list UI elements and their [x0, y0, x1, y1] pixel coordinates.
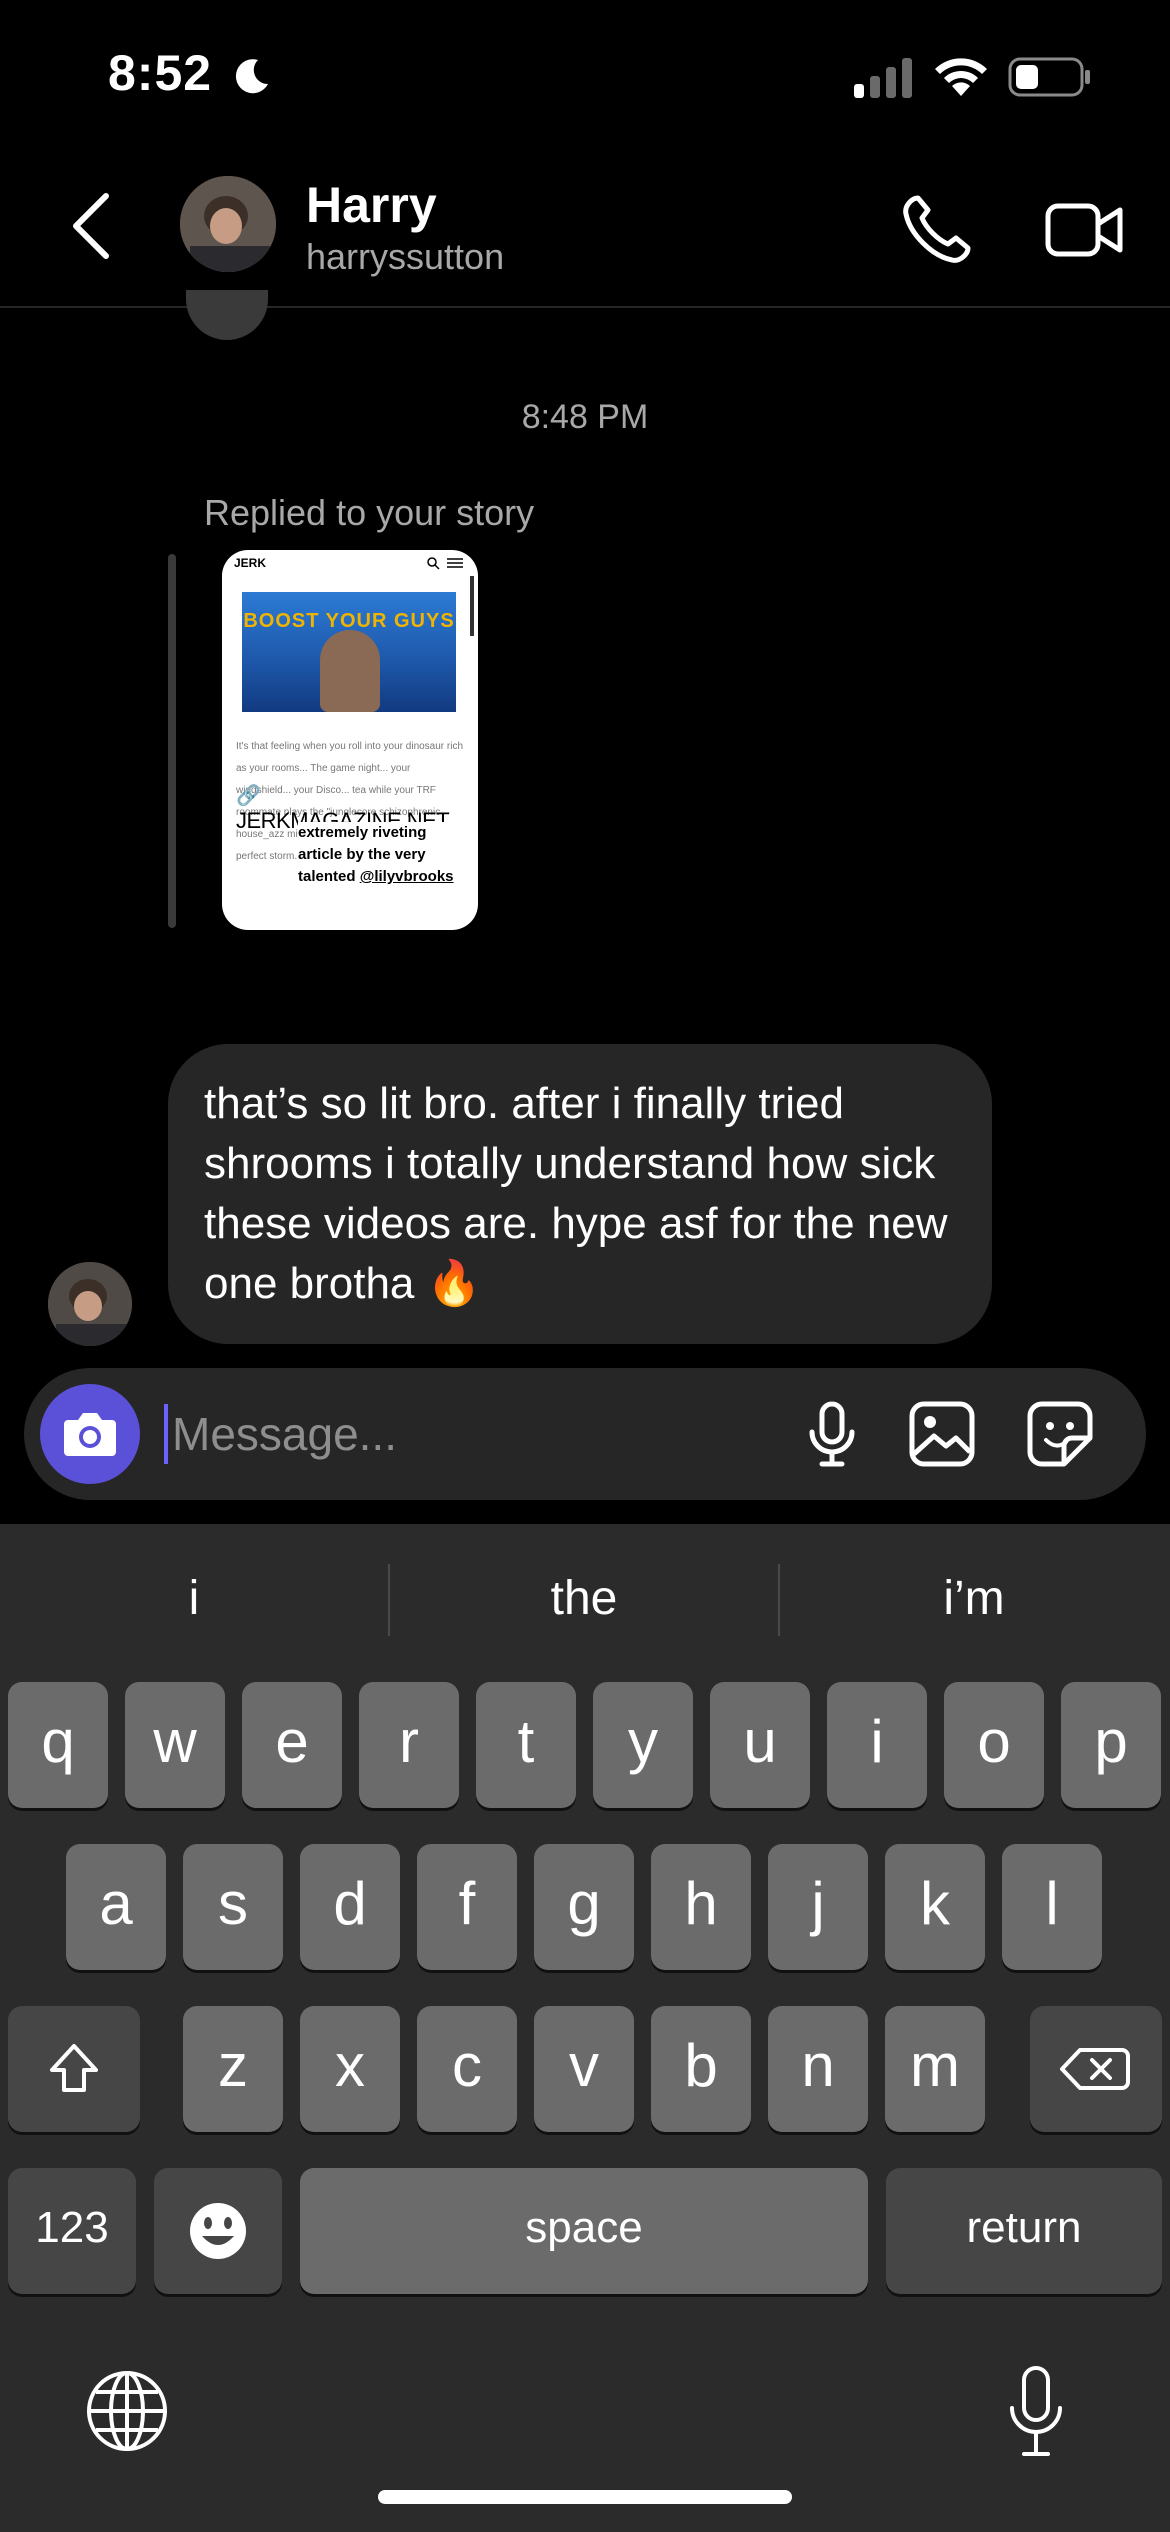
avatar-photo	[180, 176, 276, 272]
message-text: that’s so lit bro. after i finally tried…	[204, 1079, 948, 1308]
status-time: 8:52	[108, 45, 213, 101]
status-bar: 8:52	[0, 0, 1170, 150]
delete-key[interactable]	[1030, 2006, 1162, 2132]
story-caption: extremely riveting article by the very t…	[298, 822, 468, 888]
key-d[interactable]: d	[300, 1844, 400, 1970]
chat-header: Harry harryssutton	[0, 150, 1170, 308]
back-chevron-icon[interactable]	[60, 186, 124, 266]
message-input[interactable]	[172, 1398, 772, 1470]
chat-thread[interactable]: 8:48 PM Replied to your story JERK BOOST…	[0, 290, 1170, 1370]
key-a[interactable]: a	[66, 1844, 166, 1970]
camera-icon	[64, 1413, 116, 1456]
key-m[interactable]: m	[885, 2006, 985, 2132]
previous-avatar	[186, 290, 268, 340]
key-l[interactable]: l	[1002, 1844, 1102, 1970]
story-site-header: JERK	[222, 550, 478, 578]
replied-to-story-label: Replied to your story	[204, 492, 535, 533]
story-caption-mention[interactable]: @lilyvbrooks	[360, 868, 454, 885]
globe-icon[interactable]	[84, 2368, 170, 2454]
camera-button[interactable]	[40, 1384, 140, 1484]
message-composer	[24, 1368, 1146, 1500]
link-icon: 🔗	[236, 785, 261, 807]
story-menu-icon	[447, 558, 463, 568]
key-i[interactable]: i	[827, 1682, 927, 1808]
story-caption-prefix: talented	[298, 868, 360, 885]
key-r[interactable]: r	[359, 1682, 459, 1808]
emoji-key[interactable]	[154, 2168, 282, 2294]
key-o[interactable]: o	[944, 1682, 1044, 1808]
story-hero-figure	[320, 630, 380, 712]
shift-key[interactable]	[8, 2006, 140, 2132]
key-k[interactable]: k	[885, 1844, 985, 1970]
wifi-icon	[935, 58, 987, 96]
microphone-icon[interactable]	[796, 1398, 868, 1470]
key-s[interactable]: s	[183, 1844, 283, 1970]
story-hero-image: BOOST YOUR GUYS	[242, 592, 456, 712]
return-key[interactable]: return	[886, 2168, 1162, 2294]
key-c[interactable]: c	[417, 2006, 517, 2132]
story-preview[interactable]: JERK BOOST YOUR GUYS It's that feeling w…	[222, 550, 478, 930]
space-key[interactable]: space	[300, 2168, 868, 2294]
keyboard: i the i’m q w e r t y u i o p a s d f g …	[0, 1524, 1170, 2532]
story-caption-line: extremely riveting	[298, 822, 468, 844]
key-x[interactable]: x	[300, 2006, 400, 2132]
shift-icon	[50, 2044, 98, 2092]
text-caret	[164, 1404, 168, 1464]
key-y[interactable]: y	[593, 1682, 693, 1808]
story-scrollbar	[470, 576, 474, 636]
sticker-icon[interactable]	[1024, 1398, 1096, 1470]
contact-name[interactable]: Harry	[306, 176, 437, 234]
key-j[interactable]: j	[768, 1844, 868, 1970]
key-q[interactable]: q	[8, 1682, 108, 1808]
key-f[interactable]: f	[417, 1844, 517, 1970]
key-e[interactable]: e	[242, 1682, 342, 1808]
home-indicator[interactable]	[378, 2490, 792, 2504]
video-camera-icon[interactable]	[1044, 194, 1124, 266]
sender-avatar[interactable]	[48, 1262, 132, 1346]
story-caption-line: article by the very	[298, 844, 468, 866]
delete-icon	[1060, 2048, 1130, 2090]
key-p[interactable]: p	[1061, 1682, 1161, 1808]
contact-username[interactable]: harryssutton	[306, 236, 504, 278]
message-timestamp: 8:48 PM	[521, 398, 649, 436]
key-t[interactable]: t	[476, 1682, 576, 1808]
dictation-mic-icon[interactable]	[1000, 2364, 1072, 2460]
suggestion-3[interactable]: i’m	[780, 1554, 1168, 1644]
key-u[interactable]: u	[710, 1682, 810, 1808]
battery-icon	[1008, 57, 1090, 97]
predictive-text-bar: i the i’m	[0, 1524, 1170, 1674]
suggestion-2[interactable]: the	[390, 1554, 778, 1644]
suggestion-1[interactable]: i	[0, 1554, 388, 1644]
sender-avatar-photo	[48, 1262, 132, 1346]
moon-icon	[235, 59, 268, 94]
story-caption-line: talented @lilyvbrooks	[298, 866, 468, 888]
key-v[interactable]: v	[534, 2006, 634, 2132]
signal-icon	[854, 58, 912, 98]
key-n[interactable]: n	[768, 2006, 868, 2132]
phone-icon[interactable]	[898, 192, 974, 268]
gallery-icon[interactable]	[906, 1398, 978, 1470]
key-z[interactable]: z	[183, 2006, 283, 2132]
story-search-icon	[427, 557, 440, 570]
emoji-icon	[190, 2203, 246, 2259]
key-h[interactable]: h	[651, 1844, 751, 1970]
numbers-key[interactable]: 123	[8, 2168, 136, 2294]
reply-indicator-bar	[168, 554, 176, 928]
story-site-logo: JERK	[234, 556, 267, 570]
contact-avatar[interactable]	[180, 176, 276, 272]
incoming-message-bubble[interactable]: that’s so lit bro. after i finally tried…	[168, 1044, 992, 1344]
key-b[interactable]: b	[651, 2006, 751, 2132]
key-w[interactable]: w	[125, 1682, 225, 1808]
key-g[interactable]: g	[534, 1844, 634, 1970]
